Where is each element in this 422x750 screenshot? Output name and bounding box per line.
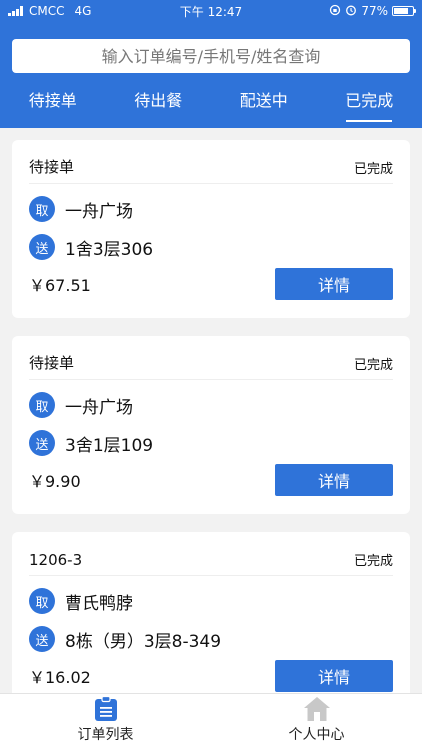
order-price: ￥16.02 <box>29 668 91 687</box>
pickup-row: 取 一舟广场 <box>29 386 393 424</box>
delivery-address: 8栋（男）3层8-349 <box>65 631 222 652</box>
tab-delivering[interactable]: 配送中 <box>211 84 317 128</box>
pickup-row: 取 一舟广场 <box>29 190 393 228</box>
tab-pending-accept[interactable]: 待接单 <box>0 84 106 128</box>
order-tabs: 待接单 待出餐 配送中 已完成 <box>0 84 422 128</box>
status-left: CMCC 4G <box>8 4 91 18</box>
detail-button[interactable]: 详情 <box>275 268 393 300</box>
alarm-icon <box>345 4 357 19</box>
battery-icon <box>392 6 416 16</box>
orientation-lock-icon <box>329 4 341 19</box>
order-price: ￥9.90 <box>29 472 81 491</box>
order-title: 待接单 <box>29 158 75 176</box>
signal-icon <box>8 6 23 16</box>
order-card-header: 1206-3 已完成 <box>29 532 393 576</box>
order-status: 已完成 <box>353 162 393 177</box>
nav-label: 订单列表 <box>77 727 134 743</box>
bottom-nav: 订单列表 个人中心 <box>0 693 422 750</box>
tab-completed[interactable]: 已完成 <box>317 84 422 128</box>
delivery-address: 3舍1层109 <box>65 435 154 456</box>
status-bar: CMCC 4G 下午 12:47 77% <box>0 0 422 22</box>
nav-order-list[interactable]: 订单列表 <box>0 694 211 750</box>
pickup-location: 曹氏鸭脖 <box>65 593 133 614</box>
order-status: 已完成 <box>353 358 393 373</box>
price-row: ￥9.90 详情 <box>29 464 393 496</box>
order-list: 待接单 已完成 取 一舟广场 送 1舍3层306 ￥67.51 详情 待接单 已… <box>12 140 410 728</box>
delivery-row: 送 8栋（男）3层8-349 <box>29 620 393 658</box>
order-price: ￥67.51 <box>29 276 91 295</box>
detail-button[interactable]: 详情 <box>275 464 393 496</box>
carrier-label: CMCC <box>29 4 65 18</box>
price-row: ￥16.02 详情 <box>29 660 393 692</box>
pickup-badge: 取 <box>29 392 55 418</box>
order-card-header: 待接单 已完成 <box>29 336 393 380</box>
delivery-badge: 送 <box>29 430 55 456</box>
pickup-badge: 取 <box>29 196 55 222</box>
price-row: ￥67.51 详情 <box>29 268 393 300</box>
header: 待接单 待出餐 配送中 已完成 <box>0 22 422 128</box>
delivery-row: 送 3舍1层109 <box>29 424 393 462</box>
battery-percent: 77% <box>361 4 388 18</box>
home-icon <box>303 696 331 722</box>
pickup-location: 一舟广场 <box>65 201 133 222</box>
delivery-row: 送 1舍3层306 <box>29 228 393 266</box>
delivery-badge: 送 <box>29 626 55 652</box>
order-card: 1206-3 已完成 取 曹氏鸭脖 送 8栋（男）3层8-349 ￥16.02 … <box>12 532 410 710</box>
network-label: 4G <box>74 4 92 18</box>
delivery-badge: 送 <box>29 234 55 260</box>
pickup-badge: 取 <box>29 588 55 614</box>
clipboard-list-icon <box>94 696 118 722</box>
tab-pending-meal[interactable]: 待出餐 <box>106 84 212 128</box>
status-right: 77% <box>329 4 416 19</box>
order-card-header: 待接单 已完成 <box>29 140 393 184</box>
delivery-address: 1舍3层306 <box>65 239 154 260</box>
pickup-location: 一舟广场 <box>65 397 133 418</box>
search-input[interactable] <box>12 39 410 73</box>
nav-profile[interactable]: 个人中心 <box>211 694 422 750</box>
pickup-row: 取 曹氏鸭脖 <box>29 582 393 620</box>
detail-button[interactable]: 详情 <box>275 660 393 692</box>
order-status: 已完成 <box>353 554 393 569</box>
order-title: 1206-3 <box>29 551 83 569</box>
nav-label: 个人中心 <box>288 727 345 743</box>
order-card: 待接单 已完成 取 一舟广场 送 1舍3层306 ￥67.51 详情 <box>12 140 410 318</box>
order-title: 待接单 <box>29 354 75 372</box>
order-card: 待接单 已完成 取 一舟广场 送 3舍1层109 ￥9.90 详情 <box>12 336 410 514</box>
